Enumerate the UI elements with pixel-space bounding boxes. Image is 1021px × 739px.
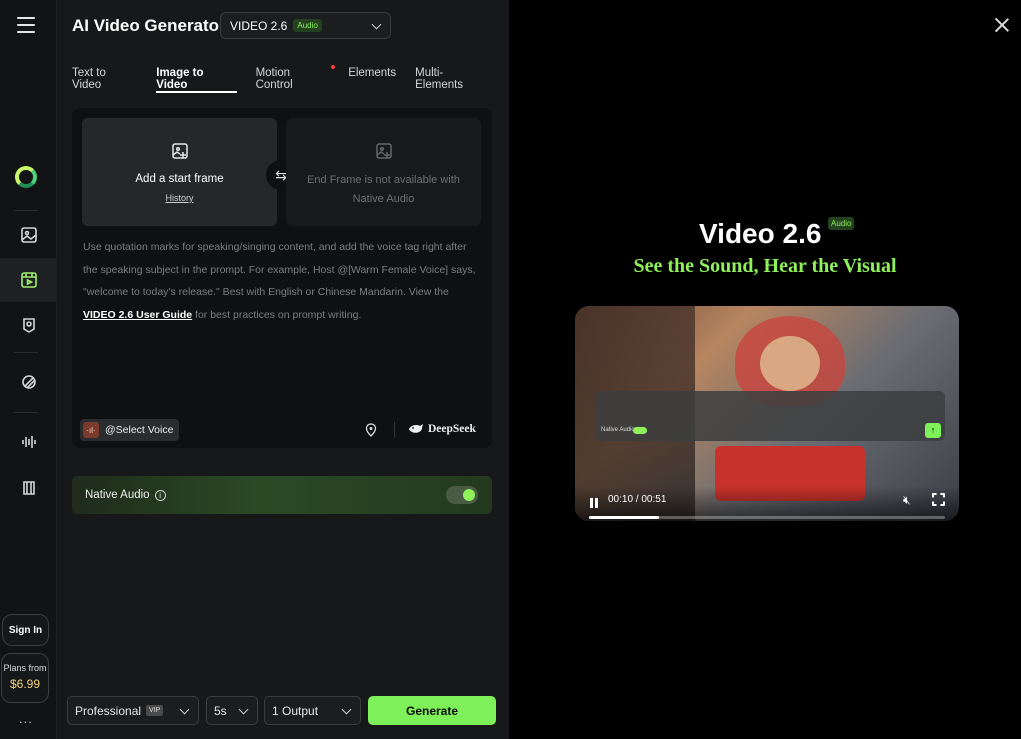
cube-icon[interactable] <box>0 466 57 510</box>
chevron-down-icon <box>179 704 190 715</box>
pause-icon[interactable] <box>590 495 600 508</box>
tab-multi-elements[interactable]: Multi-Elements <box>415 67 490 93</box>
toolbar-divider <box>394 422 395 438</box>
plans-button[interactable]: Plans from $6.99 <box>1 653 49 703</box>
video-icon[interactable] <box>0 258 57 302</box>
rail-divider <box>14 352 38 353</box>
preview-area: Video 2.6 Audio See the Sound, Hear the … <box>509 0 1021 739</box>
plans-label: Plans from <box>3 663 47 673</box>
tab-motion-control-label: Motion Control <box>255 67 293 91</box>
prompt-card: Add a start frame History ⇆ End Frame is… <box>72 108 492 448</box>
select-voice-label: @Select Voice <box>105 424 174 436</box>
video-time: 00:10 / 00:51 <box>608 494 667 505</box>
mode-value: Professional <box>75 703 142 718</box>
duration-value: 5s <box>214 703 227 718</box>
end-frame-upload: End Frame is not available with Native A… <box>286 118 481 226</box>
whale-icon <box>409 424 423 433</box>
rail-divider <box>14 412 38 413</box>
more-button[interactable]: ... <box>19 711 33 726</box>
chevron-down-icon <box>371 19 382 30</box>
hint-text-1: Use quotation marks for speaking/singing… <box>83 241 476 298</box>
preview-title: Video 2.6 <box>699 218 822 249</box>
location-pin-icon[interactable] <box>364 423 378 437</box>
model-select[interactable]: VIDEO 2.6 Audio <box>220 12 391 39</box>
tab-text-to-video[interactable]: Text to Video <box>72 67 137 93</box>
hamburger-menu-icon[interactable] <box>17 17 35 33</box>
output-count-select[interactable]: 1 Output <box>264 696 361 725</box>
overlay-native-audio-label: Native Audio <box>601 427 635 433</box>
generate-button[interactable]: Generate <box>368 696 496 725</box>
app-logo-icon[interactable] <box>15 166 37 188</box>
video-progress-fill <box>589 516 659 519</box>
close-icon[interactable] <box>995 18 1009 32</box>
video-prompt-overlay: Native Audio ↑ <box>595 391 945 441</box>
duration-select[interactable]: 5s <box>206 696 258 725</box>
tab-elements[interactable]: Elements <box>348 67 396 93</box>
output-count-value: 1 Output <box>272 703 319 718</box>
start-frame-upload[interactable]: Add a start frame History <box>82 118 277 226</box>
voice-waveform-icon: ·ıl· <box>83 422 99 438</box>
prompt-hint[interactable]: Use quotation marks for speaking/singing… <box>83 236 483 326</box>
end-frame-label: End Frame is not available with Native A… <box>307 174 460 205</box>
model-name: VIDEO 2.6 <box>230 18 288 33</box>
chevron-down-icon <box>238 704 249 715</box>
native-audio-row: Native Audio i <box>72 476 492 514</box>
rail-divider <box>14 210 38 211</box>
hint-text-2: for best practices on prompt writing. <box>192 308 362 321</box>
image-icon[interactable] <box>0 213 57 257</box>
deepseek-button[interactable]: DeepSeek <box>408 423 476 435</box>
location-icon[interactable] <box>0 303 57 347</box>
vip-badge: VIP <box>146 705 164 716</box>
new-dot-icon <box>331 65 336 69</box>
history-link[interactable]: History <box>82 193 277 203</box>
plans-price: $6.99 <box>9 677 41 691</box>
video-progress-bar[interactable] <box>589 516 945 519</box>
preview-audio-badge: Audio <box>828 217 855 230</box>
user-guide-link[interactable]: VIDEO 2.6 User Guide <box>83 309 192 321</box>
page-title: AI Video Generator <box>72 16 226 35</box>
model-audio-badge: Audio <box>293 19 322 32</box>
brush-icon[interactable] <box>0 360 57 404</box>
chevron-down-icon <box>341 704 352 715</box>
mode-select[interactable]: Professional VIP <box>67 696 199 725</box>
select-voice-button[interactable]: ·ıl· @Select Voice <box>80 419 180 441</box>
mute-icon[interactable]: 🔇︎ <box>903 493 911 508</box>
deepseek-label: DeepSeek <box>428 423 476 435</box>
native-audio-toggle[interactable] <box>446 486 478 504</box>
overlay-send-icon: ↑ <box>925 423 941 438</box>
preview-subtitle: See the Sound, Hear the Visual <box>633 255 897 277</box>
left-rail: Sign In Plans from $6.99 ... <box>0 0 57 739</box>
tab-motion-control[interactable]: Motion Control <box>255 65 336 93</box>
audio-waveform-icon[interactable] <box>0 420 57 464</box>
tab-image-to-video[interactable]: Image to Video <box>156 67 237 93</box>
preview-video[interactable]: Native Audio ↑ 00:10 / 00:51 🔇︎ <box>575 306 959 521</box>
native-audio-label: Native Audio <box>85 489 150 501</box>
sign-in-button[interactable]: Sign In <box>2 614 49 646</box>
info-icon[interactable]: i <box>154 489 166 501</box>
overlay-toggle <box>633 427 647 434</box>
start-frame-label: Add a start frame <box>135 173 224 185</box>
mode-tabs: Text to Video Image to Video Motion Cont… <box>72 65 509 93</box>
video-scene-face <box>760 336 820 391</box>
generator-panel: AI Video Generator VIDEO 2.6 Audio Text … <box>57 0 509 739</box>
image-add-icon <box>375 143 392 159</box>
image-add-icon <box>171 143 188 159</box>
